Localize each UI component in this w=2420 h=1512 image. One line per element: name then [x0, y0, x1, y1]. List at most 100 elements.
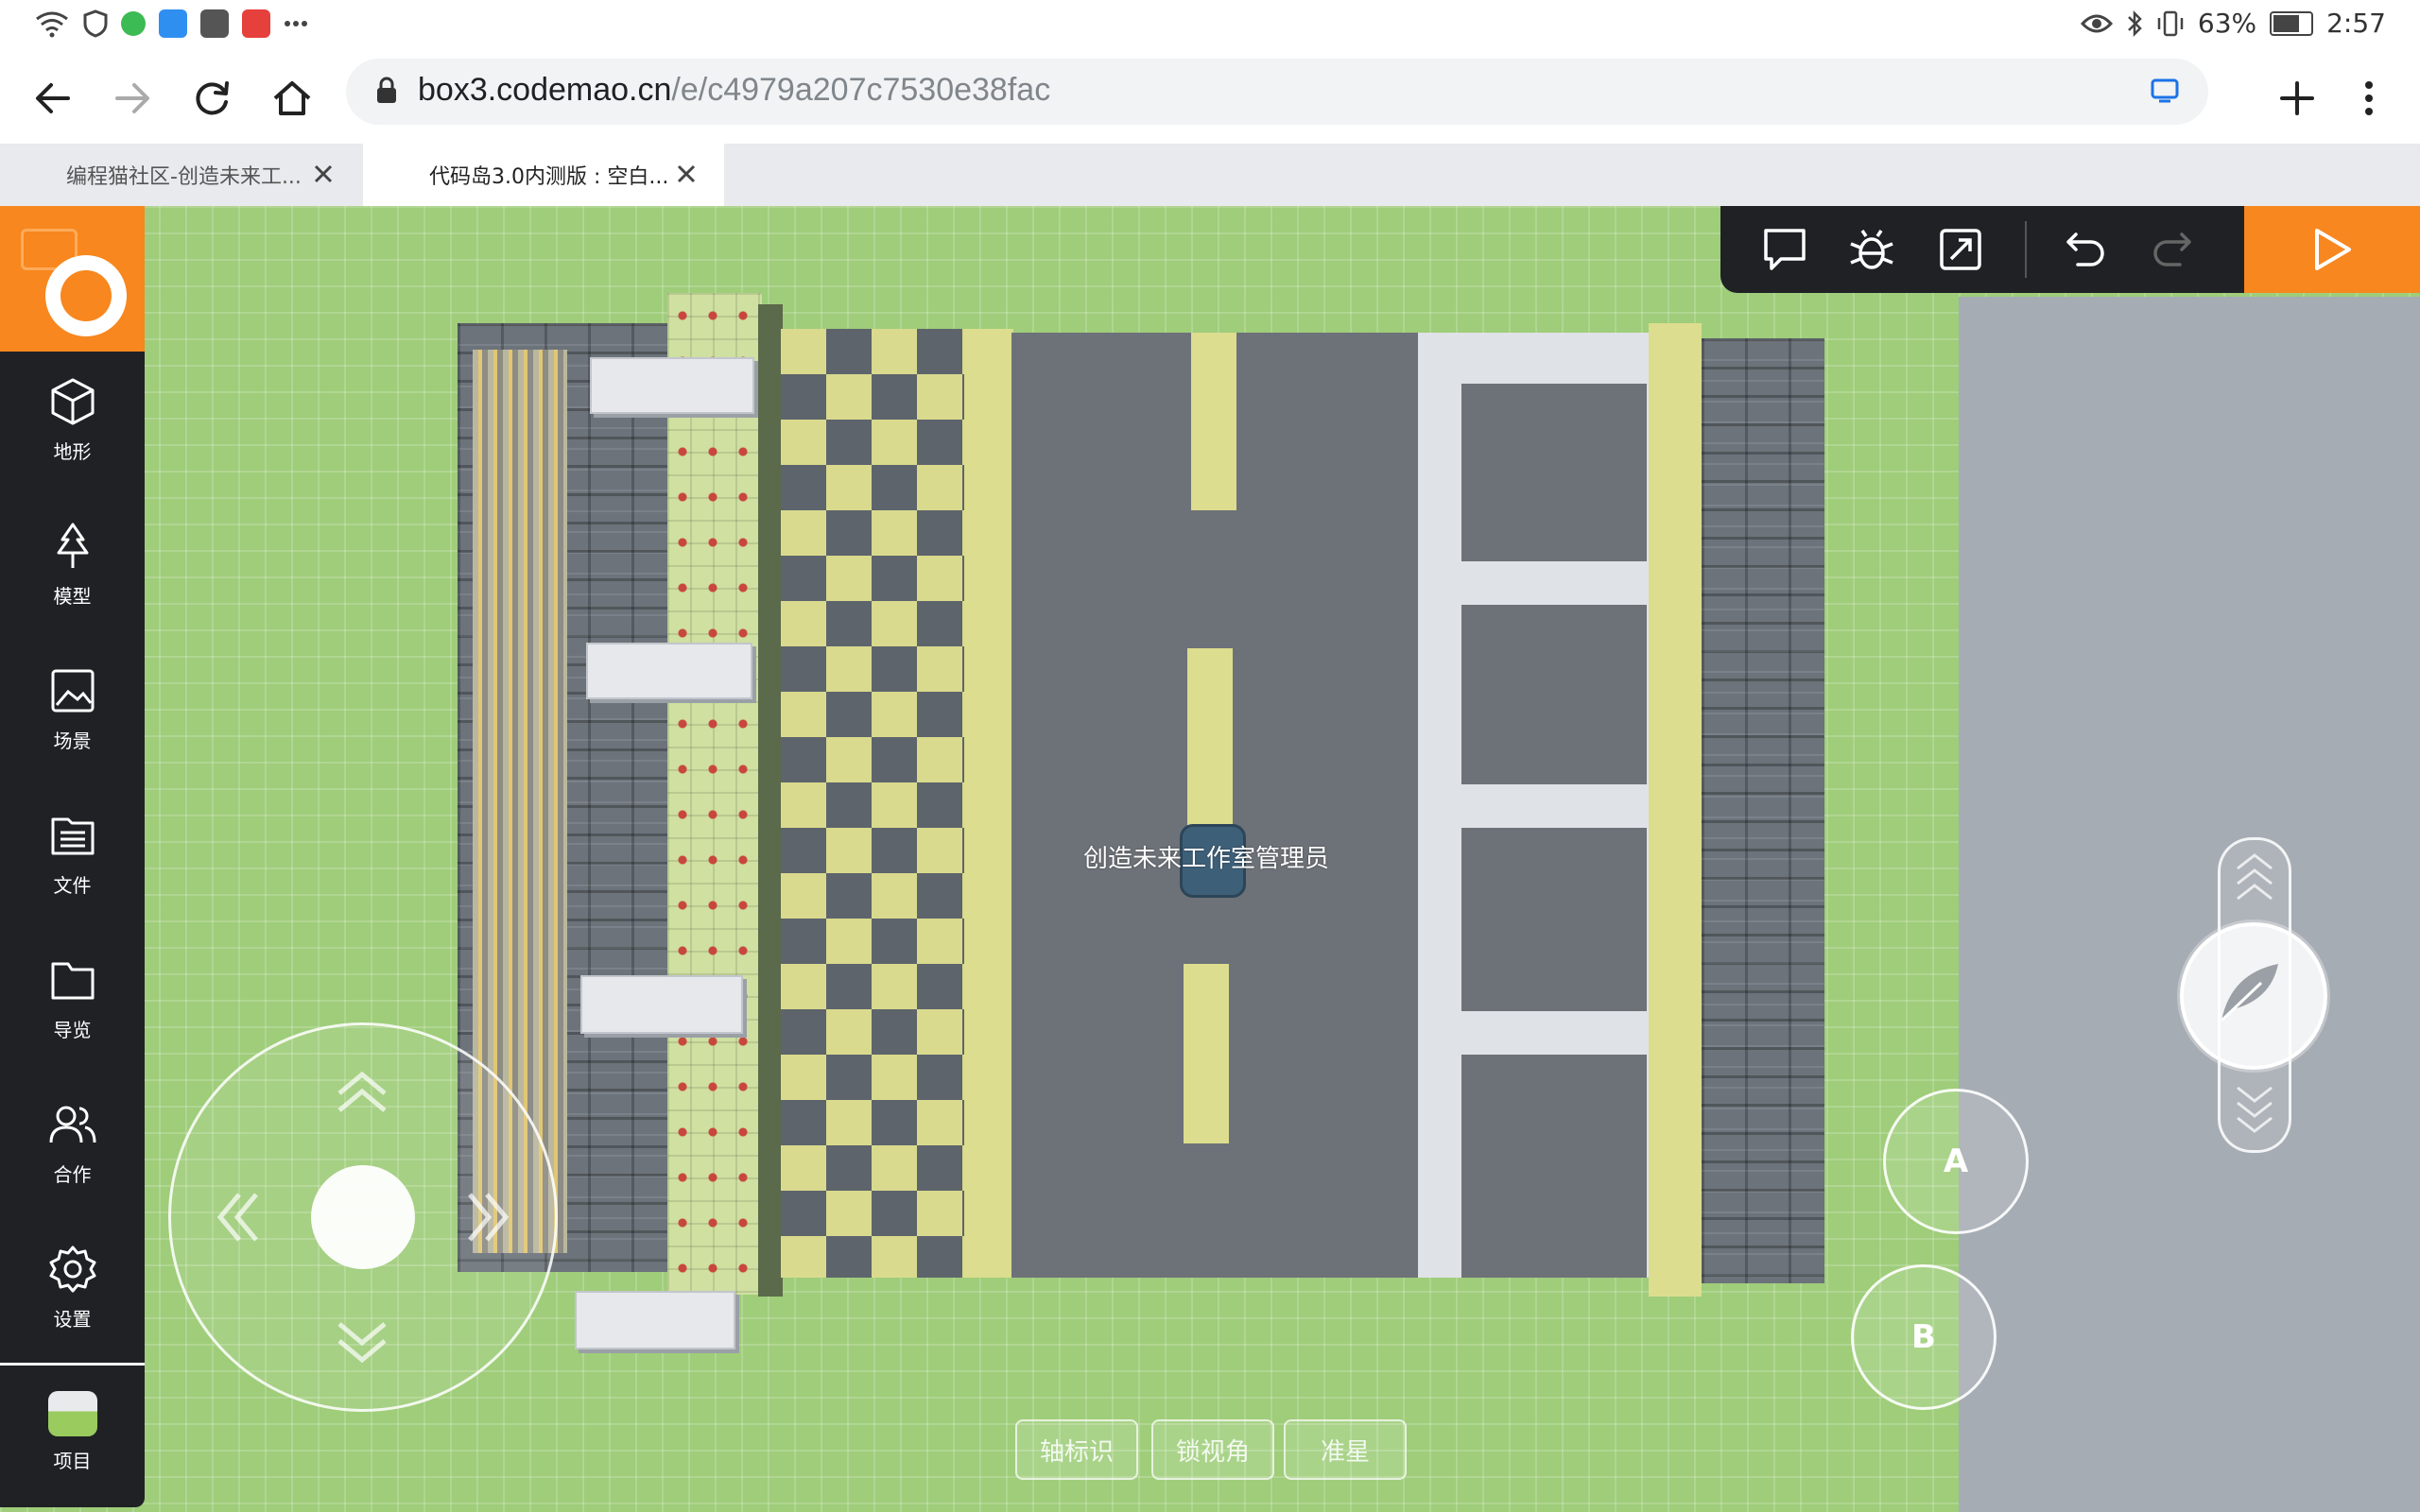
parking-space-1 [1461, 384, 1647, 561]
back-button[interactable] [21, 66, 85, 130]
undo-button[interactable] [2055, 219, 2116, 280]
bluetooth-icon [2127, 9, 2142, 37]
reload-button[interactable] [180, 66, 244, 130]
sidebar-item-label: 模型 [53, 585, 92, 608]
sidebar-item-label: 合作 [53, 1163, 92, 1186]
battery-percent: 63% [2197, 8, 2257, 39]
run-button[interactable] [2244, 206, 2420, 293]
home-button[interactable] [260, 66, 324, 130]
sidebar-item-settings[interactable]: 设置 [0, 1219, 145, 1361]
url-text[interactable]: box3.codemao.cn/e/c4979a207c7530e38fac [418, 72, 1050, 109]
sidebar-item-label: 地形 [53, 440, 92, 463]
chevron-left-icon [216, 1193, 258, 1242]
users-icon [49, 1106, 95, 1143]
toolbar-divider [2025, 221, 2027, 278]
arrow-right-icon [115, 83, 149, 113]
home-icon [273, 81, 311, 115]
road-center-dash-2 [1187, 648, 1233, 828]
app-icon-red [242, 9, 270, 38]
sidebar-item-label: 场景 [53, 730, 92, 752]
tab-title: 代码岛3.0内测版 : 空白... [429, 165, 669, 189]
status-bar: 63% 2:57 [0, 0, 2420, 53]
action-a-button[interactable]: A [1883, 1089, 2029, 1234]
play-icon [2315, 229, 2351, 270]
tab-strip: 编程猫社区-创造未来工... 代码岛3.0内测版 : 空白... [0, 144, 2420, 206]
folder-icon [51, 962, 94, 1000]
editor-toolbar [1720, 206, 2244, 293]
fly-button[interactable] [2180, 922, 2327, 1070]
axis-indicator-button[interactable]: 轴标识 [1015, 1419, 1138, 1480]
grey-ground-area [1959, 297, 2420, 1512]
road-center-dash-3 [1184, 964, 1229, 1143]
arrow-left-icon [36, 83, 70, 113]
lamp-post-3 [580, 975, 743, 1034]
app-icon-blue [159, 9, 187, 38]
url-host: box3.codemao.cn [418, 72, 672, 108]
comment-button[interactable] [1754, 219, 1815, 280]
feather-icon [2220, 964, 2278, 1022]
parking-space-2 [1461, 605, 1647, 784]
lock-icon [377, 77, 396, 103]
forward-button[interactable] [100, 66, 164, 130]
yellow-curb-left [964, 329, 1013, 1278]
chevron-down-icon [2237, 1086, 2273, 1133]
gear-icon [49, 1246, 95, 1293]
parking-space-4 [1461, 1055, 1647, 1278]
eye-icon [2080, 14, 2113, 32]
status-system: 63% 2:57 [2080, 8, 2386, 39]
close-icon[interactable] [669, 157, 703, 191]
sidebar-item-model[interactable]: 模型 [0, 496, 145, 638]
sidebar-item-scene[interactable]: 场景 [0, 641, 145, 782]
sidebar-item-label: 设置 [53, 1308, 92, 1331]
chevron-up-icon [337, 1071, 387, 1112]
plus-icon [2280, 81, 2314, 115]
tab-switcher-icon[interactable] [2150, 77, 2180, 104]
lamp-post-1 [590, 357, 754, 414]
resize-icon [1940, 229, 1981, 270]
new-tab-button[interactable] [2265, 66, 2329, 130]
tab-box3-editor[interactable]: 代码岛3.0内测版 : 空白... [363, 144, 724, 206]
gem-icon [47, 1391, 97, 1436]
redo-icon [2153, 232, 2191, 266]
lamp-post-2 [586, 643, 752, 699]
player-name-tag: 创造未来工作室管理员 [1083, 845, 1330, 873]
debug-button[interactable] [1841, 219, 1902, 280]
sidebar-divider [0, 1363, 145, 1366]
sidebar-item-browse[interactable]: 导览 [0, 930, 145, 1072]
chevron-up-icon [2237, 853, 2273, 901]
sidebar-item-label: 导览 [53, 1019, 92, 1041]
action-b-button[interactable]: B [1851, 1264, 1996, 1410]
sidebar-item-project[interactable]: 项目 [0, 1366, 145, 1508]
flower-block-column [667, 293, 762, 1295]
shield-icon [83, 9, 108, 38]
tab-title: 编程猫社区-创造未来工... [66, 165, 302, 189]
debug-bug-icon [1850, 230, 1893, 269]
sidebar-item-terrain[interactable]: 地形 [0, 352, 145, 493]
editor-sidebar: 地形 模型 场景 文件 导览 合作 设置 项目 [0, 206, 145, 1507]
vibrate-icon [2157, 10, 2184, 36]
tree-icon [57, 523, 88, 568]
sidebar-item-collaborate[interactable]: 合作 [0, 1074, 145, 1216]
checkered-sidewalk [781, 329, 970, 1278]
codemao-logo[interactable] [0, 206, 145, 352]
app-icon-hms [200, 9, 229, 38]
undo-icon [2066, 232, 2104, 266]
road-center-dash-1 [1191, 333, 1236, 510]
clock: 2:57 [2326, 8, 2386, 39]
fullscreen-button[interactable] [1930, 219, 1991, 280]
redo-button[interactable] [2142, 219, 2203, 280]
sidebar-item-files[interactable]: 文件 [0, 785, 145, 927]
menu-button[interactable] [2337, 66, 2401, 130]
more-vertical-icon [2365, 81, 2373, 115]
more-notifications-icon [285, 21, 307, 26]
movement-joystick[interactable] [168, 1022, 558, 1412]
comment-icon [1764, 229, 1806, 270]
close-icon[interactable] [306, 157, 340, 191]
crosshair-button[interactable]: 准星 [1284, 1419, 1407, 1480]
tab-codemao-community[interactable]: 编程猫社区-创造未来工... [0, 144, 361, 206]
joystick-knob[interactable] [311, 1165, 415, 1269]
parking-space-3 [1461, 828, 1647, 1011]
lock-view-button[interactable]: 锁视角 [1151, 1419, 1274, 1480]
logo-icon [45, 255, 127, 336]
yellow-curb-right [1649, 323, 1702, 1297]
